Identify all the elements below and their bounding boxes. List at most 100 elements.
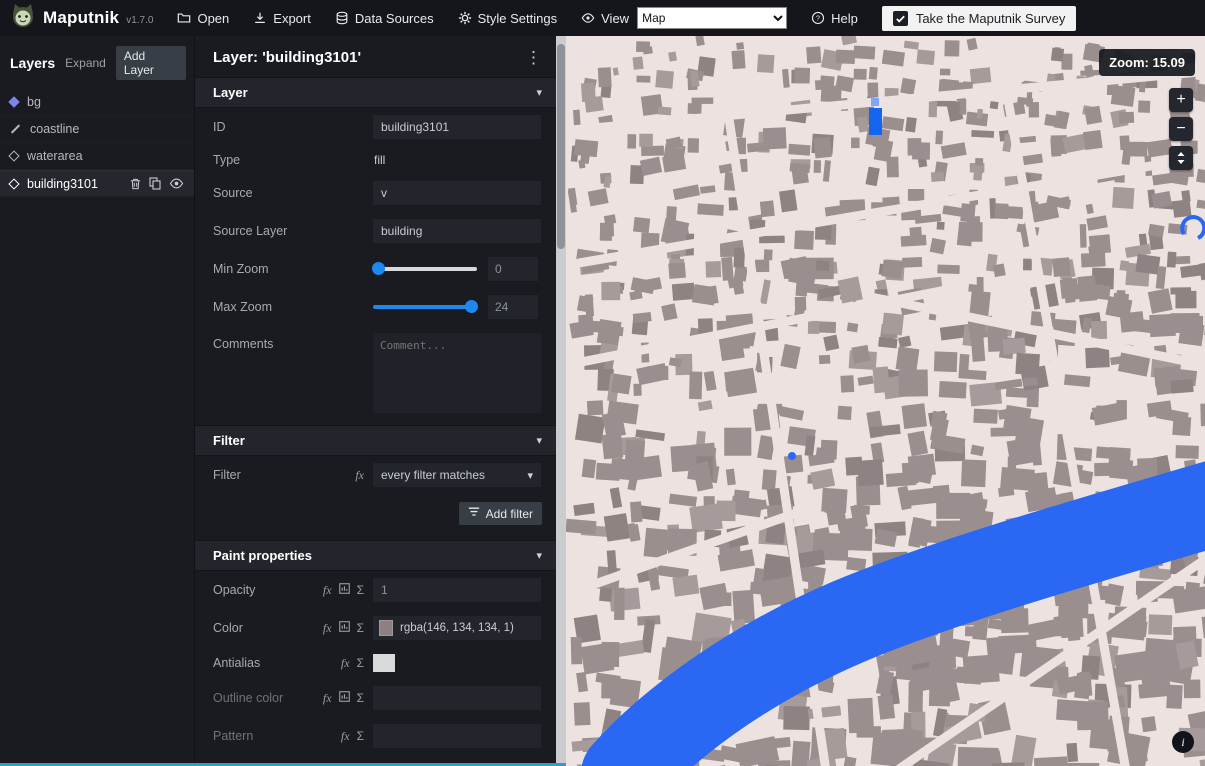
style-settings-menu-button[interactable]: Style Settings	[458, 11, 558, 26]
function-fx-icon[interactable]: fx	[341, 656, 350, 671]
view-mode-select[interactable]: Map	[637, 7, 787, 29]
min-zoom-input[interactable]	[488, 257, 538, 281]
field-row-id: ID	[195, 108, 556, 146]
export-menu-button[interactable]: Export	[253, 11, 311, 26]
open-menu-button[interactable]: Open	[177, 11, 229, 26]
zoom-function-icon[interactable]: Σ	[357, 621, 364, 635]
delete-layer-icon[interactable]	[130, 178, 141, 190]
data-expression-icon[interactable]	[339, 689, 350, 707]
section-header-paint[interactable]: Paint properties ▾	[195, 540, 556, 571]
layer-item-coastline[interactable]: coastline	[0, 116, 194, 143]
layer-item-label: coastline	[30, 122, 79, 136]
help-menu-button[interactable]: ? Help	[811, 11, 858, 26]
antialias-label: Antialias	[213, 656, 317, 670]
source-layer-input[interactable]	[373, 219, 541, 243]
pattern-label: Pattern	[213, 729, 317, 743]
layers-title: Layers	[10, 55, 55, 71]
data-sources-menu-button[interactable]: Data Sources	[335, 11, 434, 26]
min-zoom-slider-thumb[interactable]	[372, 262, 385, 275]
top-toolbar: Maputnik v1.7.0 Open Export Data Sources	[0, 0, 1205, 36]
field-row-type: Type fill	[195, 146, 556, 174]
chevron-down-icon: ▾	[536, 434, 542, 447]
zoom-function-icon[interactable]: Σ	[357, 583, 364, 597]
min-zoom-slider[interactable]	[373, 267, 477, 271]
map-canvas[interactable]: Zoom: 15.09 + − i	[566, 36, 1205, 766]
zoom-function-icon[interactable]: Σ	[357, 729, 364, 743]
function-fx-icon[interactable]: fx	[323, 621, 332, 636]
antialias-select[interactable]	[373, 654, 395, 672]
editor-scrollbar[interactable]	[556, 36, 566, 763]
section-header-filter[interactable]: Filter ▾	[195, 425, 556, 456]
gear-icon	[458, 11, 472, 25]
layer-type-background-icon	[8, 96, 19, 107]
source-label: Source	[213, 186, 373, 200]
zoom-in-button[interactable]: +	[1169, 88, 1193, 112]
view-menu-label: View	[601, 11, 629, 26]
toggle-visibility-icon[interactable]	[169, 177, 184, 190]
function-fx-icon[interactable]: fx	[341, 729, 350, 744]
view-group: View Map	[581, 7, 787, 29]
survey-button[interactable]: Take the Maputnik Survey	[882, 6, 1077, 31]
max-zoom-input[interactable]	[488, 295, 538, 319]
add-filter-button[interactable]: Add filter	[459, 502, 542, 525]
function-fx-icon[interactable]: fx	[323, 691, 332, 706]
outline-color-label: Outline color	[213, 691, 317, 705]
layer-editor-panel: Layer: 'building3101' ⋮ Layer ▾ ID Type …	[195, 36, 556, 763]
filter-combinator-value: every filter matches	[381, 468, 485, 482]
pitch-toggle-button[interactable]	[1169, 146, 1193, 170]
id-input[interactable]	[373, 115, 541, 139]
expand-button[interactable]: Expand	[65, 56, 106, 70]
field-row-opacity: Opacity fx Σ	[195, 571, 556, 609]
selected-building-highlight-part	[871, 98, 879, 106]
eye-icon	[581, 11, 595, 25]
section-header-layer[interactable]: Layer ▾	[195, 77, 556, 108]
zoom-out-button[interactable]: −	[1169, 117, 1193, 141]
color-input[interactable]: rgba(146, 134, 134, 1)	[373, 616, 541, 640]
chevron-down-icon: ▾	[527, 469, 533, 482]
layer-item-label: waterarea	[27, 149, 83, 163]
filter-label: Filter	[213, 468, 317, 482]
field-row-filter: Filter fx every filter matches ▾	[195, 456, 556, 494]
selected-building-highlight[interactable]	[869, 108, 882, 135]
filter-combinator-select[interactable]: every filter matches ▾	[373, 463, 541, 487]
zoom-function-icon[interactable]: Σ	[357, 656, 364, 670]
view-menu-button[interactable]: View	[581, 11, 629, 26]
layer-item-building3101[interactable]: building3101	[0, 170, 194, 197]
layer-item-waterarea[interactable]: waterarea	[0, 143, 194, 170]
style-settings-menu-label: Style Settings	[478, 11, 558, 26]
type-label: Type	[213, 153, 373, 167]
outline-color-input[interactable]	[373, 686, 541, 710]
editor-scrollbar-thumb[interactable]	[557, 44, 565, 249]
chevron-down-icon: ▾	[536, 549, 542, 562]
data-expression-icon[interactable]	[339, 619, 350, 637]
layer-actions	[130, 177, 184, 190]
duplicate-layer-icon[interactable]	[149, 177, 161, 190]
zoom-function-icon[interactable]: Σ	[357, 691, 364, 705]
field-row-outline-color: Outline color fx Σ	[195, 679, 556, 717]
section-title: Layer	[213, 85, 536, 100]
comments-textarea[interactable]	[373, 333, 541, 413]
max-zoom-slider[interactable]	[373, 305, 477, 309]
function-fx-icon[interactable]: fx	[355, 468, 364, 483]
data-expression-icon[interactable]	[339, 581, 350, 599]
open-menu-label: Open	[197, 11, 229, 26]
attribution-info-button[interactable]: i	[1172, 731, 1194, 753]
svg-text:?: ?	[816, 14, 820, 23]
layer-item-bg[interactable]: bg	[0, 89, 194, 116]
opacity-input[interactable]	[373, 578, 541, 602]
source-input[interactable]	[373, 181, 541, 205]
layer-item-label: building3101	[27, 177, 98, 191]
add-layer-button[interactable]: Add Layer	[116, 46, 186, 80]
function-fx-icon[interactable]: fx	[323, 583, 332, 598]
pattern-input[interactable]	[373, 724, 541, 748]
layer-options-kebab-icon[interactable]: ⋮	[525, 51, 542, 65]
app-version: v1.7.0	[126, 15, 153, 26]
pond	[788, 452, 796, 460]
min-zoom-label: Min Zoom	[213, 262, 373, 276]
color-swatch[interactable]	[379, 620, 393, 636]
layer-type-fill-icon	[8, 178, 19, 189]
opacity-label: Opacity	[213, 583, 317, 597]
max-zoom-slider-thumb[interactable]	[465, 300, 478, 313]
type-value[interactable]: fill	[373, 153, 385, 167]
download-icon	[253, 11, 267, 25]
